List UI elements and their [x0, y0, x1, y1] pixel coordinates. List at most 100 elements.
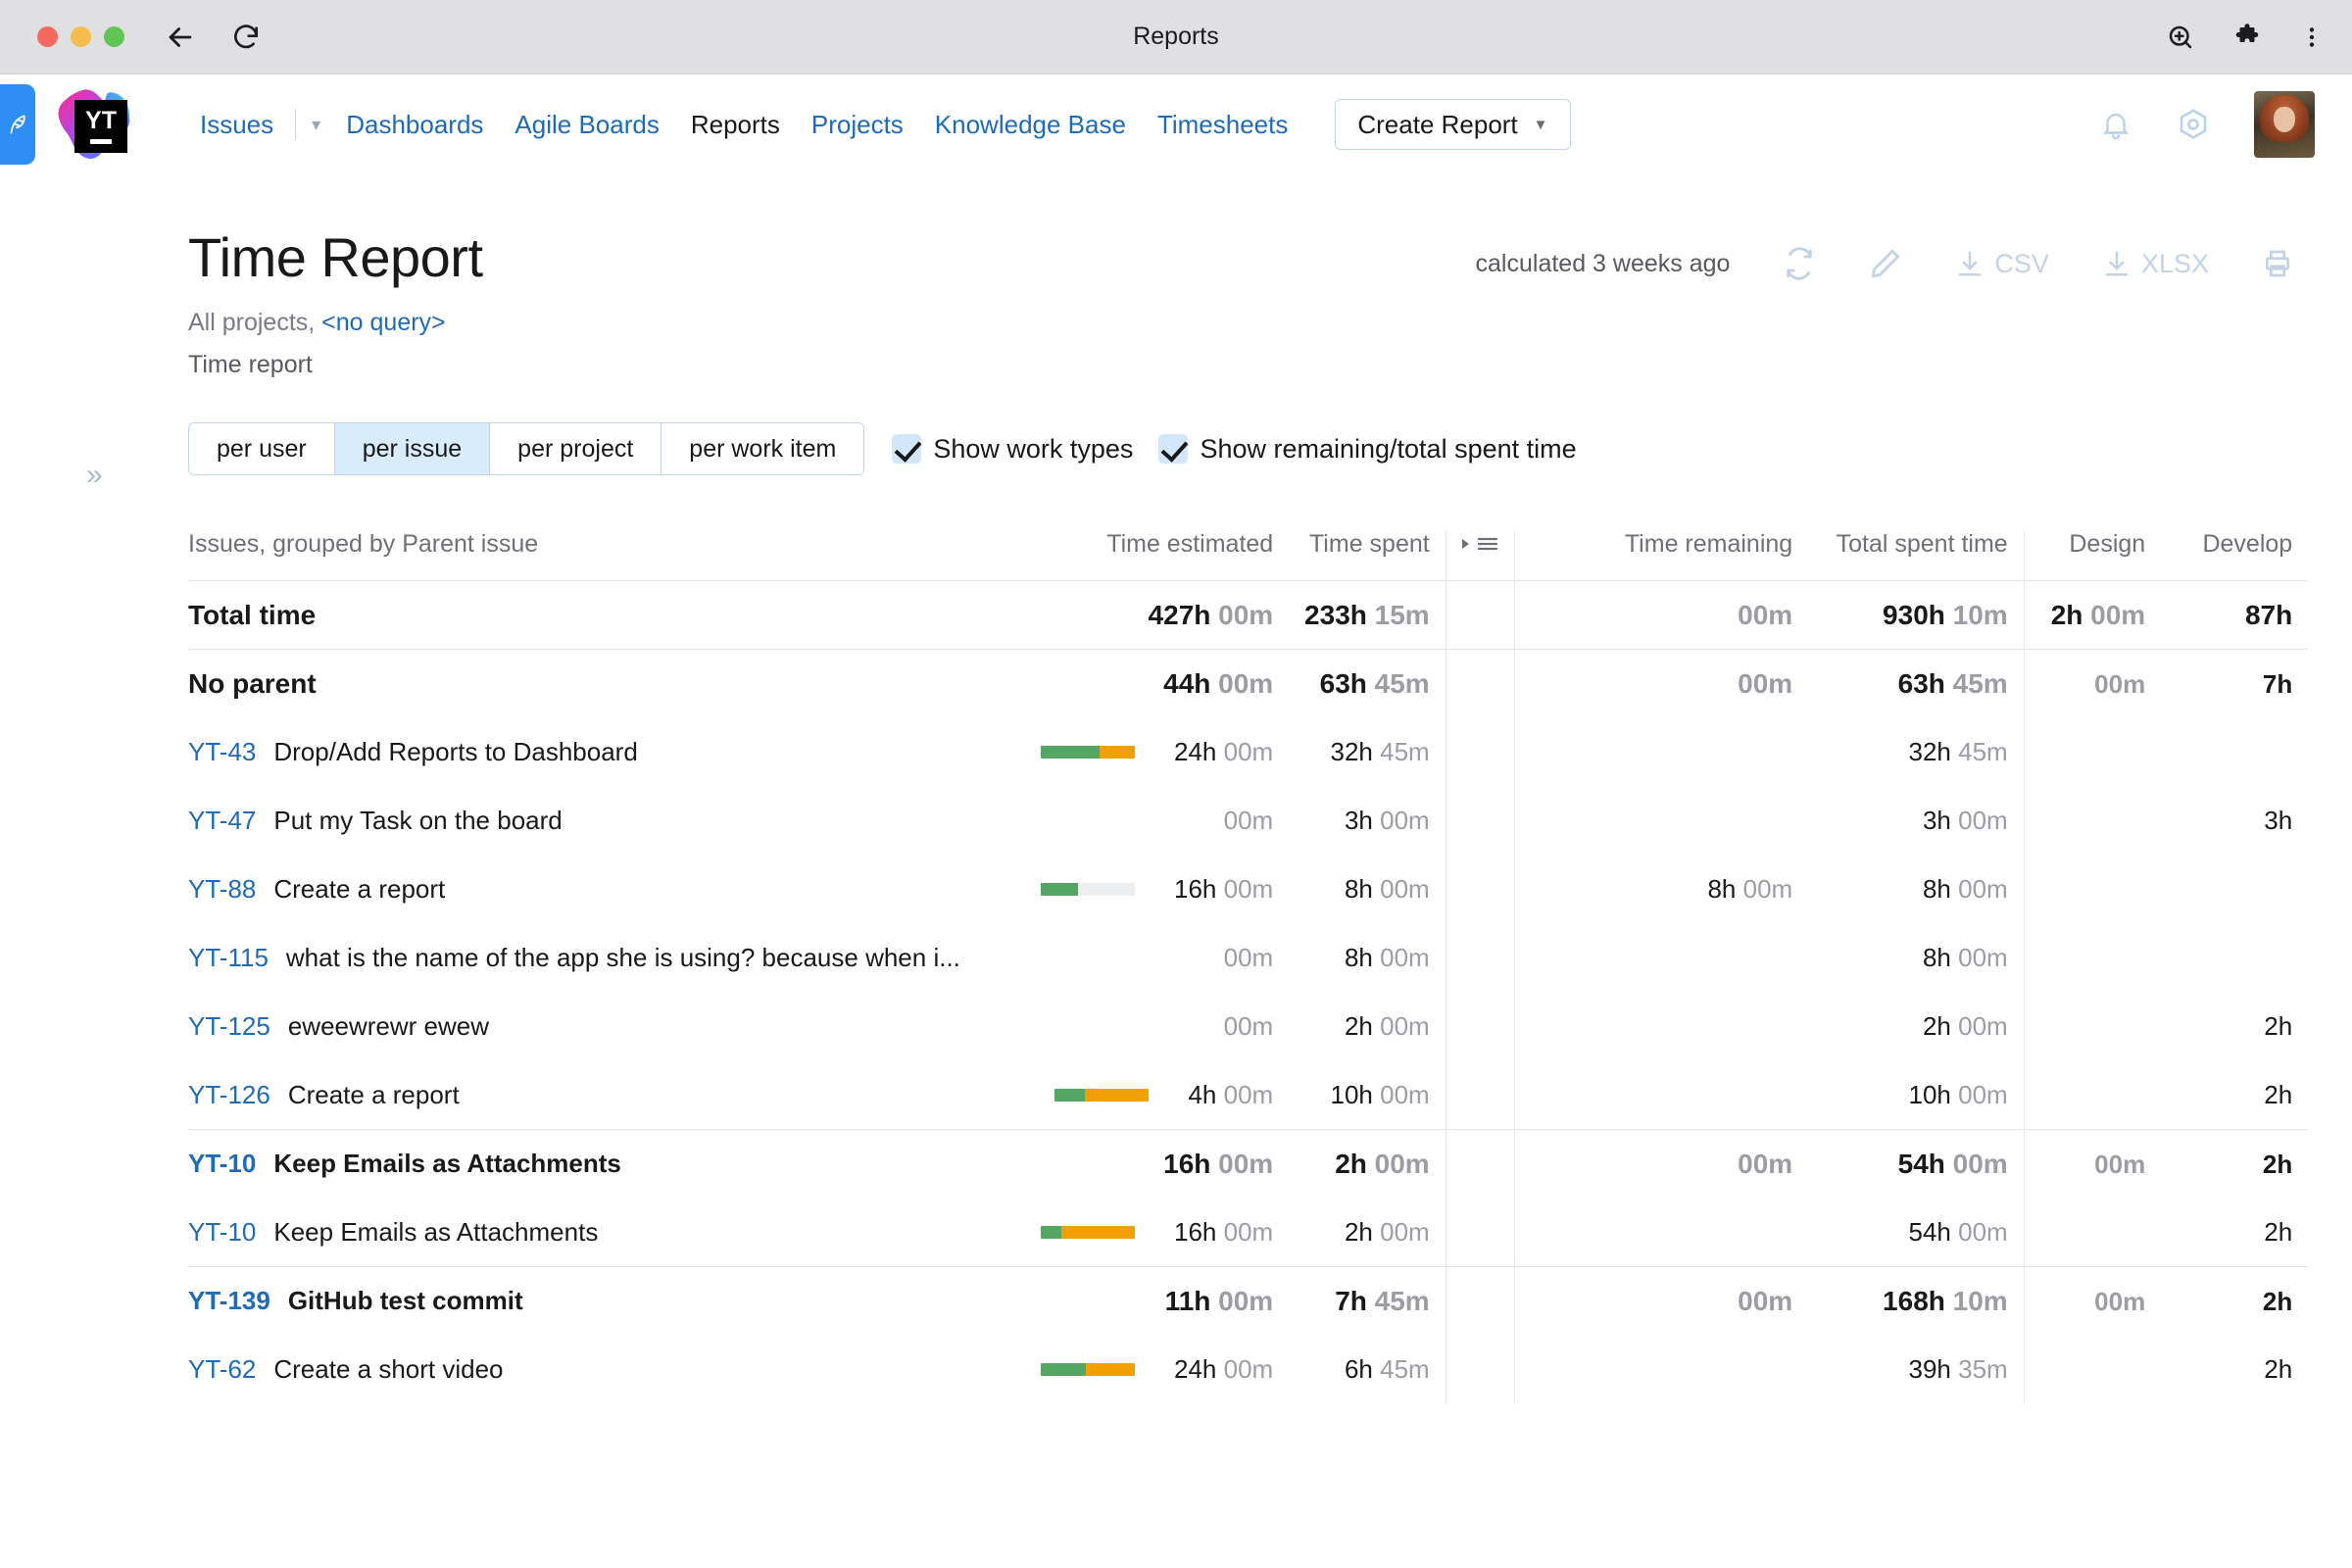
table-row[interactable]: YT-10 Keep Emails as Attachments 16h 00m… — [188, 1198, 2308, 1267]
table-row[interactable]: YT-126 Create a report 4h 00m 10h 00m 10… — [188, 1060, 2308, 1130]
table-row-group-yt10[interactable]: YT-10 Keep Emails as Attachments 16h 00m… — [188, 1129, 2309, 1199]
row-label: No parent — [188, 667, 317, 699]
report-query-link[interactable]: <no query> — [321, 309, 446, 336]
nav-link-dashboards[interactable]: Dashboards — [330, 110, 499, 140]
issue-id-link[interactable]: YT-115 — [188, 943, 269, 973]
table-row[interactable]: YT-115 what is the name of the app she i… — [188, 923, 2308, 993]
cell-time-remaining: 8h 00m — [1707, 874, 1793, 904]
table-row-group-no-parent[interactable]: No parent 44h 00m 63h 45m 00m 63h 45m 00… — [188, 649, 2308, 718]
maximize-window-button[interactable] — [104, 26, 124, 47]
column-header-time-remaining[interactable]: Time remaining — [1513, 530, 1809, 581]
list-lines-icon — [1478, 537, 1498, 551]
checkbox-show-remaining-total[interactable]: Show remaining/total spent time — [1158, 433, 1577, 465]
space-switcher-rail[interactable] — [0, 84, 35, 165]
cell-time-estimated: 00m — [1223, 943, 1274, 972]
cell-total-spent: 168h 10m — [1883, 1285, 2008, 1316]
cell-time-estimated: 00m — [1223, 1011, 1274, 1041]
issue-id-link[interactable]: YT-10 — [188, 1149, 256, 1179]
nav-link-timesheets[interactable]: Timesheets — [1142, 110, 1303, 140]
nav-link-projects[interactable]: Projects — [796, 110, 919, 140]
youtrack-badge-bar — [90, 139, 112, 144]
settings-hex-icon[interactable] — [2176, 106, 2211, 143]
checkbox-show-work-types[interactable]: Show work types — [892, 434, 1133, 465]
progress-bar — [1041, 1363, 1135, 1376]
issue-id-link[interactable]: YT-10 — [188, 1217, 256, 1248]
cell-design: 00m — [2094, 668, 2146, 699]
cell-sort — [1445, 580, 1515, 650]
table-row[interactable]: YT-125 eweewrewr ewew 00m 2h 00m 2h 00m … — [188, 992, 2308, 1061]
issue-summary: Create a report — [287, 1079, 460, 1109]
cell-time-spent: 6h 45m — [1344, 1354, 1430, 1384]
expand-sidebar-button[interactable]: » — [86, 459, 103, 492]
window-traffic-lights[interactable] — [37, 26, 124, 47]
cell-develop: 2h — [2264, 1079, 2293, 1109]
bell-icon[interactable] — [2099, 107, 2132, 142]
report-scope: All projects, <no query> — [0, 289, 2352, 337]
column-header-design[interactable]: Design — [2023, 530, 2162, 581]
table-header-row: Issues, grouped by Parent issue Time est… — [188, 530, 2309, 581]
print-button[interactable] — [2262, 248, 2293, 279]
download-csv-button[interactable]: CSV — [1955, 249, 2049, 279]
column-header-time-estimated[interactable]: Time estimated — [1041, 530, 1289, 581]
issue-id-link[interactable]: YT-88 — [188, 874, 256, 905]
checkbox-icon[interactable] — [892, 434, 922, 464]
avatar-face — [2274, 107, 2295, 132]
close-window-button[interactable] — [37, 26, 58, 47]
nav-link-agile-boards[interactable]: Agile Boards — [499, 110, 674, 140]
issue-id-link[interactable]: YT-125 — [188, 1011, 270, 1042]
youtrack-badge: YT — [74, 100, 127, 153]
download-xlsx-button[interactable]: XLSX — [2102, 249, 2209, 279]
cell-time-remaining: 00m — [1738, 1148, 1793, 1179]
minimize-window-button[interactable] — [71, 26, 91, 47]
segment-per-project[interactable]: per project — [490, 423, 662, 474]
refresh-button[interactable] — [1783, 247, 1816, 280]
issue-id-link[interactable]: YT-47 — [188, 806, 256, 836]
report-scope-projects: All projects, — [188, 309, 316, 336]
cell-time-remaining: 00m — [1738, 667, 1793, 699]
table-row[interactable]: YT-62 Create a short video 24h 00m 6h 45… — [188, 1335, 2308, 1404]
edit-button[interactable] — [1869, 247, 1902, 280]
issue-id-link[interactable]: YT-139 — [188, 1286, 270, 1316]
table-row[interactable]: YT-47 Put my Task on the board 00m 3h 00… — [188, 786, 2308, 856]
browser-menu-icon[interactable] — [2299, 23, 2325, 52]
checkbox-label: Show remaining/total spent time — [1200, 433, 1577, 464]
nav-link-knowledge-base[interactable]: Knowledge Base — [919, 110, 1142, 140]
cell-design: 2h 00m — [2050, 599, 2146, 630]
table-row[interactable]: YT-88 Create a report 16h 00m 8h 00m 8h … — [188, 855, 2308, 924]
column-header-sort[interactable] — [1445, 530, 1515, 581]
youtrack-logo[interactable]: YT — [57, 84, 137, 165]
chevron-down-icon[interactable]: ▾ — [302, 115, 330, 135]
segment-per-user[interactable]: per user — [189, 423, 335, 474]
cell-total-spent: 54h 00m — [1897, 1148, 2008, 1179]
segment-per-work-item[interactable]: per work item — [662, 423, 864, 474]
cell-time-spent: 8h 00m — [1344, 943, 1430, 972]
cell-time-estimated: 427h 00m — [1148, 599, 1274, 630]
column-header-time-spent[interactable]: Time spent — [1289, 530, 1446, 581]
column-header-develop[interactable]: Develop — [2161, 530, 2308, 581]
issue-id-link[interactable]: YT-126 — [188, 1080, 270, 1110]
cell-time-estimated: 4h 00m — [1188, 1079, 1274, 1109]
table-row-group-yt139[interactable]: YT-139 GitHub test commit 11h 00m 7h 45m… — [188, 1266, 2309, 1336]
cell-total-spent: 3h 00m — [1922, 806, 2008, 835]
nav-link-issues[interactable]: Issues — [184, 110, 289, 140]
column-header-issues[interactable]: Issues, grouped by Parent issue — [188, 530, 1041, 581]
avatar[interactable] — [2254, 91, 2315, 158]
back-arrow-icon[interactable] — [164, 21, 197, 54]
reload-icon[interactable] — [230, 22, 262, 53]
issue-id-link[interactable]: YT-62 — [188, 1354, 256, 1385]
extensions-icon[interactable] — [2232, 23, 2262, 52]
nav-link-reports[interactable]: Reports — [675, 110, 796, 140]
segment-per-issue[interactable]: per issue — [334, 423, 491, 474]
issue-summary: GitHub test commit — [287, 1286, 523, 1316]
youtrack-badge-text: YT — [85, 107, 117, 134]
column-header-total-spent-time[interactable]: Total spent time — [1808, 530, 2024, 581]
create-report-button[interactable]: Create Report ▼ — [1335, 99, 1571, 150]
checkbox-icon[interactable] — [1158, 434, 1189, 464]
table-row[interactable]: YT-43 Drop/Add Reports to Dashboard 24h … — [188, 717, 2308, 787]
issue-id-link[interactable]: YT-43 — [188, 737, 256, 767]
report-table-head: Issues, grouped by Parent issue Time est… — [188, 530, 2309, 581]
cell-total-spent: 32h 45m — [1908, 737, 2008, 766]
cell-time-estimated: 16h 00m — [1174, 874, 1274, 904]
zoom-icon[interactable] — [2166, 23, 2195, 52]
cell-time-remaining: 00m — [1738, 1285, 1793, 1316]
